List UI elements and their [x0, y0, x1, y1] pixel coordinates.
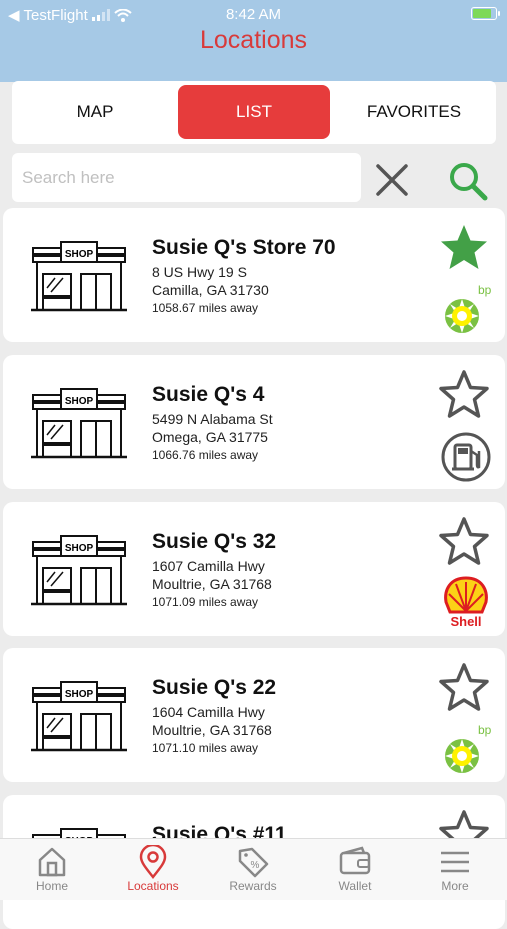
page-title: Locations — [199, 26, 308, 54]
svg-text:%: % — [251, 860, 260, 871]
app-header: ◀ TestFlight 8:42 AM Locations — [0, 0, 507, 82]
address-line-1: 8 US Hwy 19 S — [152, 264, 247, 280]
bp-logo-icon — [445, 283, 492, 333]
nav-wallet[interactable]: Wallet — [305, 845, 405, 901]
bp-logo-icon — [445, 723, 492, 773]
nav-home[interactable]: Home — [2, 845, 102, 901]
location-address: 1607 Camilla Hwy Moultrie, GA 31768 — [152, 557, 272, 593]
nav-label: Wallet — [338, 879, 372, 893]
favorite-star-icon[interactable] — [438, 222, 490, 274]
favorite-star-outline-icon[interactable] — [438, 516, 490, 568]
nav-label: Locations — [127, 879, 179, 893]
address-line-2: Camilla, GA 31730 — [152, 282, 269, 298]
address-line-2: Moultrie, GA 31768 — [152, 722, 272, 738]
home-icon — [38, 847, 66, 877]
location-address: 5499 N Alabama St Omega, GA 31775 — [152, 410, 273, 446]
favorite-star-outline-icon[interactable] — [438, 369, 490, 421]
svg-text:SHOP: SHOP — [65, 249, 94, 260]
nav-more[interactable]: More — [405, 845, 505, 901]
status-bar: ◀ TestFlight 8:42 AM — [0, 4, 507, 24]
view-segmented-control: MAP LIST FAVORITES — [12, 81, 496, 144]
shop-icon: SHOP — [31, 240, 127, 312]
shop-icon: SHOP — [31, 680, 127, 752]
shop-icon: SHOP — [31, 387, 127, 459]
location-distance: 1071.09 miles away — [152, 595, 259, 609]
address-line-1: 1607 Camilla Hwy — [152, 558, 265, 574]
location-card[interactable]: SHOP Susie Q's 22 1604 Camilla Hwy Moult… — [3, 648, 505, 782]
address-line-1: 5499 N Alabama St — [152, 411, 273, 427]
nav-label: Rewards — [229, 879, 277, 893]
nav-locations[interactable]: Locations — [103, 845, 203, 901]
location-name: Susie Q's 4 — [152, 383, 265, 406]
location-name: Susie Q's Store 70 — [152, 236, 336, 259]
location-name: Susie Q's 22 — [152, 676, 277, 699]
address-line-2: Omega, GA 31775 — [152, 429, 268, 445]
location-name: Susie Q's 32 — [152, 530, 277, 553]
nav-rewards[interactable]: % Rewards — [203, 845, 303, 901]
location-pin-icon — [139, 845, 167, 879]
status-time: 8:42 AM — [225, 6, 282, 23]
menu-icon — [441, 851, 469, 873]
search-button[interactable] — [447, 160, 489, 202]
nav-label: Home — [35, 879, 68, 893]
location-distance: 1071.10 miles away — [152, 741, 259, 755]
location-address: 1604 Camilla Hwy Moultrie, GA 31768 — [152, 703, 272, 739]
svg-text:SHOP: SHOP — [65, 543, 94, 554]
clear-search-button[interactable] — [372, 160, 412, 200]
shell-logo-icon: Shell — [444, 576, 488, 629]
percent-tag-icon: % — [238, 847, 269, 878]
bottom-tab-bar: Home Locations % Rewards Wallet More — [0, 838, 507, 900]
location-card[interactable]: SHOP Susie Q's 32 1607 Camilla Hwy Moult… — [3, 502, 505, 636]
battery-icon — [471, 7, 500, 20]
address-line-1: 1604 Camilla Hwy — [152, 704, 265, 720]
location-card[interactable]: SHOP Susie Q's Store 70 8 US Hwy 19 S Ca… — [3, 208, 505, 342]
nav-label: More — [441, 879, 469, 893]
location-card[interactable]: SHOP Susie Q's 4 5499 N Alabama St Omega… — [3, 355, 505, 489]
location-distance: 1058.67 miles away — [152, 301, 259, 315]
shop-icon: SHOP — [31, 534, 127, 606]
svg-text:SHOP: SHOP — [65, 689, 94, 700]
svg-text:SHOP: SHOP — [65, 396, 94, 407]
location-address: 8 US Hwy 19 S Camilla, GA 31730 — [152, 263, 269, 299]
location-distance: 1066.76 miles away — [152, 448, 259, 462]
tab-map[interactable]: MAP — [16, 85, 174, 139]
svg-text:Shell: Shell — [450, 614, 481, 629]
address-line-2: Moultrie, GA 31768 — [152, 576, 272, 592]
wallet-icon — [339, 846, 371, 875]
tab-favorites[interactable]: FAVORITES — [334, 85, 494, 139]
favorite-star-outline-icon[interactable] — [438, 662, 490, 714]
fuel-pump-icon — [441, 432, 491, 482]
tab-list[interactable]: LIST — [178, 85, 330, 139]
search-input[interactable] — [12, 153, 361, 202]
